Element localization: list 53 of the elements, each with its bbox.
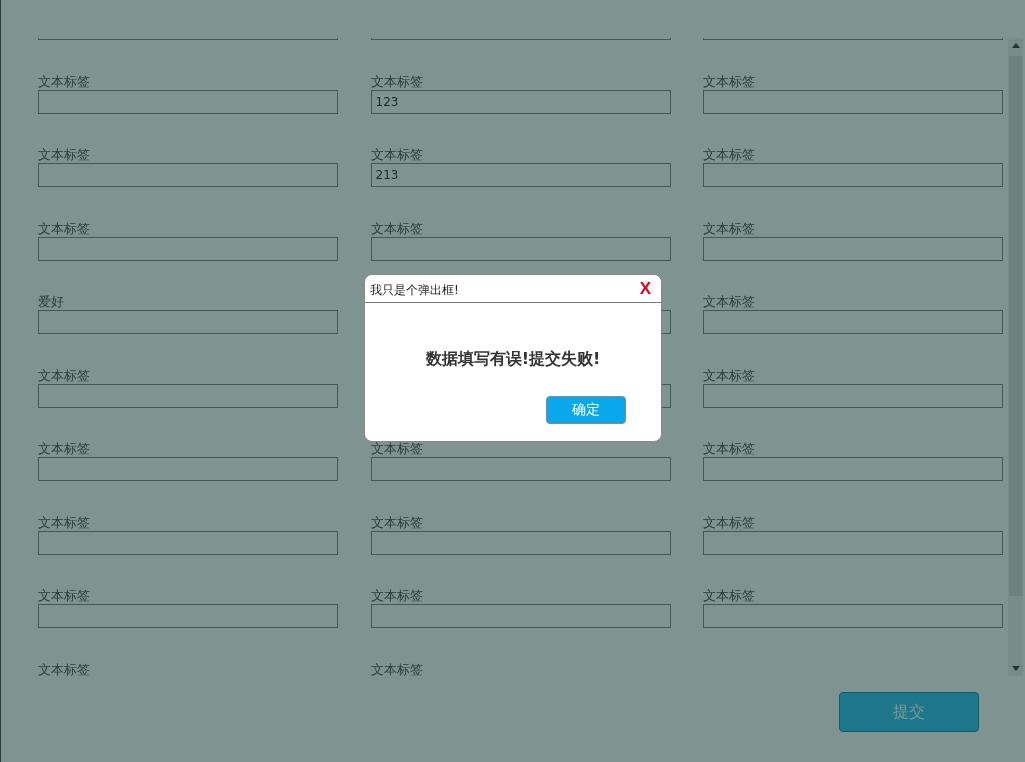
text-input[interactable]: 213 (370, 163, 671, 187)
field-label: 爱好 (38, 294, 65, 310)
text-input[interactable] (38, 89, 338, 114)
scroll-up-icon[interactable] (1011, 43, 1020, 48)
text-input[interactable] (38, 310, 338, 334)
text-input[interactable] (38, 163, 338, 187)
field-label: 文本标签 (38, 661, 91, 676)
field-label: 文本标签 (370, 661, 424, 676)
scrollbar[interactable] (1008, 38, 1023, 676)
field-label: 文本标签 (703, 294, 756, 310)
text-input[interactable]: 123 (370, 89, 671, 114)
field-label: 文本标签 (370, 588, 424, 604)
ok-button[interactable]: 确定 (546, 396, 626, 424)
text-input[interactable] (703, 236, 1003, 261)
field-label: 文本标签 (38, 367, 91, 384)
text-input[interactable] (370, 236, 671, 261)
field-label: 文本标签 (38, 220, 91, 237)
field-label: 文本标签 (38, 441, 91, 457)
dialog-title: 我只是个弹出框! (370, 282, 459, 299)
text-input[interactable] (703, 530, 1003, 555)
field-label: 文本标签 (370, 73, 424, 90)
text-input[interactable] (370, 530, 671, 555)
field-label: 文本标签 (370, 514, 424, 531)
scroll-down-icon[interactable] (1011, 666, 1020, 671)
field-label: 文本标签 (370, 220, 424, 237)
field-label: 文本标签 (38, 514, 91, 531)
text-input[interactable] (38, 383, 338, 408)
field-label: 文本标签 (370, 147, 424, 163)
field-label: 文本标签 (38, 147, 91, 163)
text-input[interactable] (38, 530, 338, 555)
text-input[interactable] (703, 163, 1003, 187)
text-input[interactable] (703, 604, 1003, 628)
text-input[interactable] (370, 457, 671, 481)
field-label: 文本标签 (38, 588, 91, 604)
field-label: 文本标签 (370, 441, 424, 457)
field-label: 文本标签 (703, 514, 756, 531)
text-input[interactable] (38, 236, 338, 261)
field-label: 文本标签 (703, 220, 756, 237)
text-input[interactable] (38, 604, 338, 628)
field-label: 文本标签 (703, 588, 756, 604)
text-input[interactable] (38, 457, 338, 481)
text-input[interactable] (703, 383, 1003, 408)
text-input[interactable] (703, 457, 1003, 481)
close-button[interactable]: X (639, 278, 651, 299)
field-label: 文本标签 (703, 147, 756, 163)
field-label: 文本标签 (703, 441, 756, 457)
text-input[interactable] (703, 310, 1003, 334)
text-input[interactable] (370, 604, 671, 628)
field-label: 文本标签 (703, 367, 756, 384)
field-label: 文本标签 (703, 73, 756, 90)
error-message: 数据填写有误!提交失败! (424, 349, 602, 370)
text-input[interactable] (703, 89, 1003, 114)
field-label: 文本标签 (38, 73, 91, 90)
